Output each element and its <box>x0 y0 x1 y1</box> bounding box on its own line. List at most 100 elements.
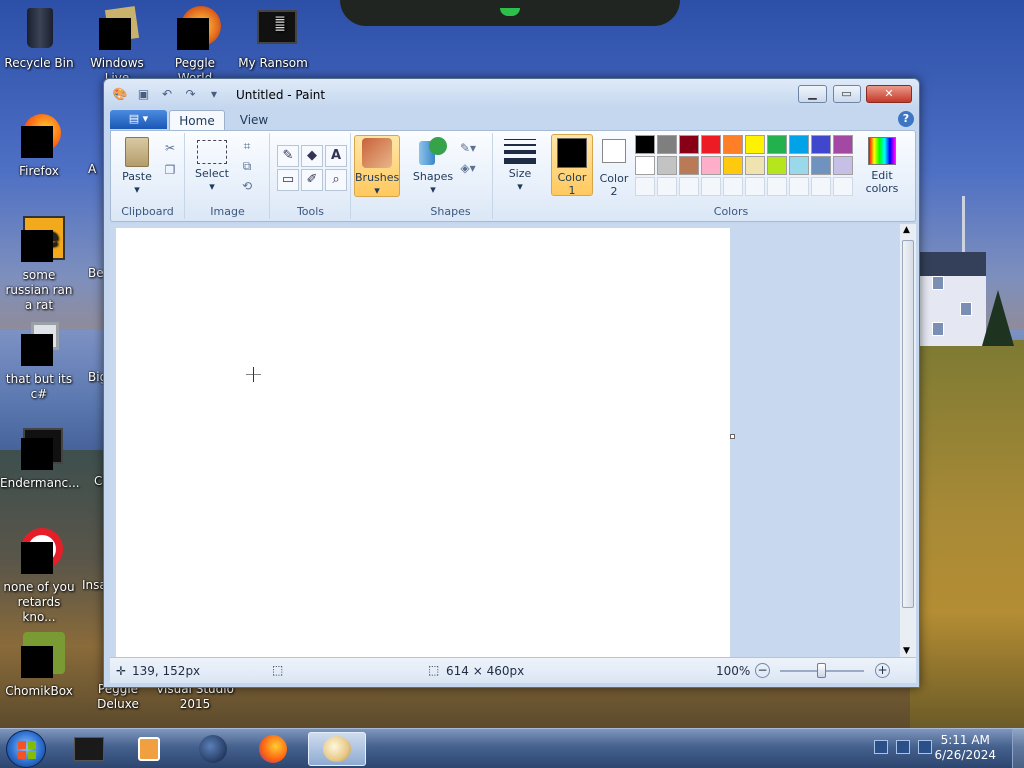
palette-swatch[interactable] <box>657 156 677 175</box>
desktop-icon-none-of-you[interactable]: none of you retards kno... <box>0 528 78 625</box>
text-icon[interactable]: A <box>325 145 347 167</box>
edit-colors-button[interactable]: Edit colors <box>859 137 905 195</box>
shapes-button[interactable]: Shapes ▾ <box>411 137 455 196</box>
resize-handle-right[interactable] <box>730 434 735 439</box>
undo-icon[interactable]: ↶ <box>159 86 175 102</box>
customize-dropdown-icon[interactable]: ▾ <box>206 86 222 102</box>
custom-color-slot[interactable] <box>701 177 721 196</box>
start-button[interactable] <box>6 730 46 768</box>
show-desktop-button[interactable] <box>1012 729 1024 768</box>
palette-swatch[interactable] <box>833 135 853 154</box>
zoom-slider-thumb[interactable] <box>817 663 826 678</box>
custom-color-slot[interactable] <box>811 177 831 196</box>
palette-swatch[interactable] <box>833 156 853 175</box>
desktop-icon-partial[interactable]: Be <box>88 266 104 281</box>
custom-color-slot[interactable] <box>679 177 699 196</box>
palette-swatch[interactable] <box>657 135 677 154</box>
taskbar-app-globe[interactable] <box>184 732 242 766</box>
brushes-button[interactable]: Brushes ▾ <box>354 135 400 197</box>
tab-home[interactable]: Home <box>169 110 225 131</box>
maximize-button[interactable]: ▭ <box>832 85 861 103</box>
paint-menu-button[interactable]: ▤ ▾ <box>110 110 167 129</box>
taskbar-app-blackbox[interactable] <box>60 732 118 766</box>
tray-app-icon[interactable] <box>874 740 888 754</box>
desktop-icon-recycle-bin[interactable]: Recycle Bin <box>0 4 78 71</box>
paint-app-icon[interactable]: 🎨 <box>112 86 128 102</box>
copy-icon[interactable]: ❐ <box>161 161 179 179</box>
palette-swatch[interactable] <box>723 156 743 175</box>
palette-swatch[interactable] <box>789 156 809 175</box>
save-icon[interactable]: ▣ <box>136 86 152 102</box>
outline-icon[interactable]: ✎▾ <box>459 139 477 157</box>
close-button[interactable]: ✕ <box>866 85 912 103</box>
select-button[interactable]: Select ▾ <box>190 137 234 193</box>
palette-swatch[interactable] <box>635 135 655 154</box>
custom-color-slot[interactable] <box>767 177 787 196</box>
palette-swatch[interactable] <box>767 156 787 175</box>
palette-swatch[interactable] <box>811 156 831 175</box>
desktop-icon-chomikbox[interactable]: ChomikBox <box>0 632 78 699</box>
palette-swatch[interactable] <box>789 135 809 154</box>
desktop-icon-endermanch[interactable]: Endermanc... <box>0 424 80 491</box>
desktop-icon-russian-rat[interactable]: e some russian ran a rat <box>0 216 78 313</box>
custom-color-slot[interactable] <box>833 177 853 196</box>
palette-swatch[interactable] <box>745 156 765 175</box>
color2-button[interactable]: Color 2 <box>595 137 633 198</box>
magnifier-icon[interactable]: ⌕ <box>325 169 347 191</box>
custom-color-slot[interactable] <box>723 177 743 196</box>
taskbar-app-firefox[interactable] <box>244 732 302 766</box>
palette-swatch[interactable] <box>811 135 831 154</box>
zoom-in-button[interactable]: + <box>875 663 890 678</box>
resize-icon[interactable]: ⧉ <box>238 157 256 175</box>
cut-icon[interactable]: ✂ <box>161 139 179 157</box>
redo-icon[interactable]: ↷ <box>183 86 199 102</box>
desktop-icon-firefox[interactable]: Firefox <box>0 112 78 179</box>
desktop-icon-partial[interactable]: Insa <box>82 578 104 593</box>
color1-button[interactable]: Color 1 <box>551 134 593 197</box>
scroll-thumb[interactable] <box>902 240 914 608</box>
eraser-icon[interactable]: ▭ <box>277 169 299 191</box>
vertical-scrollbar[interactable]: ▲ ▼ <box>899 224 916 657</box>
scroll-up-icon[interactable]: ▲ <box>903 225 910 235</box>
palette-swatch[interactable] <box>701 135 721 154</box>
clock[interactable]: 5:11 AM 6/26/2024 <box>934 733 996 763</box>
drawing-canvas[interactable] <box>116 228 730 657</box>
palette-swatch[interactable] <box>723 135 743 154</box>
help-icon[interactable]: ? <box>898 111 914 127</box>
desktop-gadget[interactable] <box>340 0 680 26</box>
fill-style-icon[interactable]: ◈▾ <box>459 159 477 177</box>
title-bar[interactable]: 🎨 ▣ ↶ ↷ ▾ Untitled - Paint ▁ ▭ ✕ <box>104 79 919 109</box>
desktop-icon-partial[interactable]: Big <box>88 370 104 385</box>
size-button[interactable]: Size ▾ <box>498 137 542 193</box>
palette-swatch[interactable] <box>679 156 699 175</box>
taskbar-app-media[interactable] <box>120 732 178 766</box>
desktop-icon-my-ransom[interactable]: ≡ ≡ My Ransom <box>234 4 312 71</box>
fill-icon[interactable]: ◆ <box>301 145 323 167</box>
desktop-icon-windows-live[interactable]: Windows Live <box>78 4 156 86</box>
scroll-down-icon[interactable]: ▼ <box>903 646 910 656</box>
palette-swatch[interactable] <box>679 135 699 154</box>
desktop-icon-peggle-world[interactable]: Peggle World <box>156 4 234 86</box>
desktop-icon-that-but-its-csharp[interactable]: that but its c# <box>0 320 78 402</box>
paint-window[interactable]: 🎨 ▣ ↶ ↷ ▾ Untitled - Paint ▁ ▭ ✕ ▤ ▾ Hom… <box>103 78 920 688</box>
taskbar-app-paint[interactable] <box>308 732 366 766</box>
volume-icon[interactable] <box>918 740 932 754</box>
custom-color-slot[interactable] <box>635 177 655 196</box>
palette-swatch[interactable] <box>767 135 787 154</box>
crop-icon[interactable]: ⌗ <box>238 137 256 155</box>
palette-swatch[interactable] <box>701 156 721 175</box>
network-icon[interactable] <box>896 740 910 754</box>
palette-swatch[interactable] <box>745 135 765 154</box>
minimize-button[interactable]: ▁ <box>798 85 827 103</box>
paste-button[interactable]: Paste ▾ <box>115 137 159 196</box>
pencil-icon[interactable]: ✎ <box>277 145 299 167</box>
palette-swatch[interactable] <box>635 156 655 175</box>
color-picker-icon[interactable]: ✐ <box>301 169 323 191</box>
tab-view[interactable]: View <box>232 110 276 131</box>
rotate-icon[interactable]: ⟲ <box>238 177 256 195</box>
custom-color-slot[interactable] <box>789 177 809 196</box>
custom-color-slot[interactable] <box>657 177 677 196</box>
desktop-icon-partial[interactable]: A <box>88 162 104 177</box>
custom-color-slot[interactable] <box>745 177 765 196</box>
zoom-out-button[interactable]: − <box>755 663 770 678</box>
